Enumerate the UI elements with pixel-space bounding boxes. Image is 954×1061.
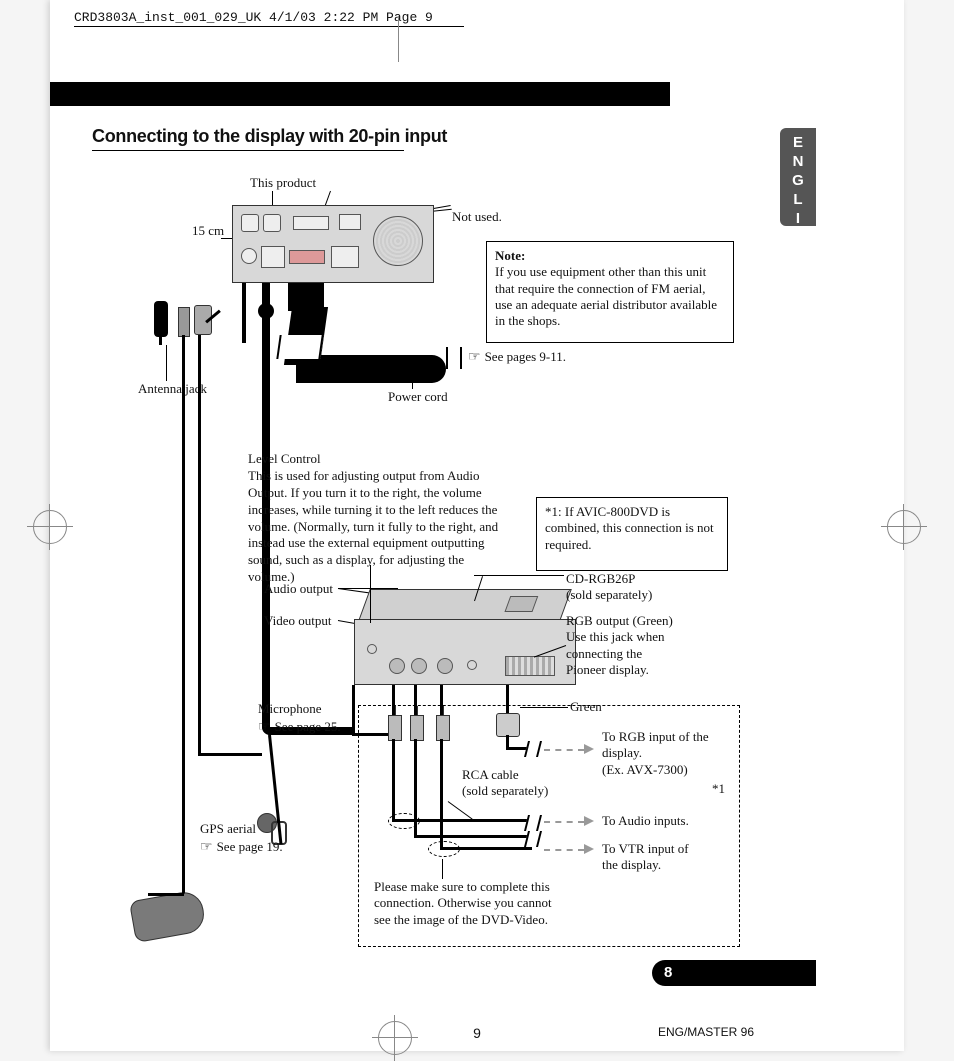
label-15cm: 15 cm bbox=[192, 223, 224, 239]
note-box: Note: If you use equipment other than th… bbox=[486, 241, 734, 343]
print-header: CRD3803A_inst_001_029_UK 4/1/03 2:22 PM … bbox=[74, 10, 433, 25]
cable-break-icon bbox=[276, 335, 323, 359]
label-power-cord: Power cord bbox=[388, 389, 448, 405]
pointing-hand-icon: ☞ bbox=[200, 840, 213, 855]
gps-antenna-icon bbox=[129, 889, 207, 943]
label-audio-output: Audio output bbox=[264, 581, 333, 597]
rca-plug-icon bbox=[410, 715, 424, 741]
level-body: This is used for adjusting output from A… bbox=[248, 468, 498, 584]
crop-mark-icon bbox=[33, 510, 67, 544]
pointing-hand-icon: ☞ bbox=[258, 720, 271, 735]
crop-mark-icon bbox=[887, 510, 921, 544]
rca-plug-icon bbox=[436, 715, 450, 741]
label-video-output: Video output bbox=[264, 613, 331, 629]
rgb-plug-icon bbox=[496, 713, 520, 737]
note-title: Note: bbox=[495, 248, 525, 263]
label-to-audio: To Audio inputs. bbox=[602, 813, 689, 829]
language-label: ENGLISH bbox=[790, 134, 807, 267]
main-unit-rear-icon bbox=[232, 205, 434, 283]
rca-plug-icon bbox=[388, 715, 402, 741]
label-to-vtr: To VTR input of the display. bbox=[602, 841, 689, 874]
label-cd-rgb: CD-RGB26P (sold separately) bbox=[566, 571, 652, 604]
connection-diagram: This product 15 cm Not used. Antenna jac… bbox=[92, 165, 772, 965]
label-dvd-warning: Please make sure to complete this connec… bbox=[374, 879, 574, 928]
label-see-page-19: ☞See page 19. bbox=[200, 839, 283, 857]
section-title: Connecting to the display with 20-pin in… bbox=[92, 126, 447, 147]
label-to-rgb: To RGB input of the display. (Ex. AVX-73… bbox=[602, 729, 709, 778]
label-see-pages: ☞See pages 9-11. bbox=[468, 349, 566, 367]
fan-icon bbox=[373, 216, 423, 266]
label-star1: *1 bbox=[712, 781, 725, 797]
label-gps-aerial: GPS aerial bbox=[200, 821, 256, 837]
note-body: If you use equipment other than this uni… bbox=[495, 264, 717, 328]
label-antenna-jack: Antenna jack bbox=[138, 381, 207, 397]
pointing-hand-icon: ☞ bbox=[468, 350, 481, 365]
section-rule bbox=[92, 150, 404, 151]
manual-page: CRD3803A_inst_001_029_UK 4/1/03 2:22 PM … bbox=[50, 0, 904, 1051]
footnote-box: *1: If AVIC-800DVD is combined, this con… bbox=[536, 497, 728, 571]
level-control-text: Level Control This is used for adjusting… bbox=[248, 451, 504, 586]
label-rca: RCA cable (sold separately) bbox=[462, 767, 548, 800]
label-this-product: This product bbox=[250, 175, 316, 191]
footer-code: ENG/MASTER 96 bbox=[658, 1025, 754, 1039]
label-green: Green bbox=[570, 699, 602, 715]
page-number: 9 bbox=[473, 1025, 481, 1041]
crop-mark-icon bbox=[378, 1021, 412, 1055]
label-rgb-output: RGB output (Green) Use this jack when co… bbox=[566, 613, 673, 678]
chapter-bar bbox=[50, 82, 670, 106]
level-title: Level Control bbox=[248, 451, 321, 466]
label-see-page-25: ☞See page 25. bbox=[258, 719, 341, 737]
language-tab: ENGLISH bbox=[780, 128, 816, 226]
cable-break-icon bbox=[446, 347, 462, 369]
antenna-plug-icon bbox=[154, 301, 168, 337]
label-microphone: Microphone bbox=[258, 701, 322, 717]
plug-icon bbox=[178, 307, 190, 337]
crop-mark-icon bbox=[382, 22, 416, 56]
hideaway-unit-icon bbox=[354, 589, 574, 689]
label-not-used: Not used. bbox=[452, 209, 502, 225]
